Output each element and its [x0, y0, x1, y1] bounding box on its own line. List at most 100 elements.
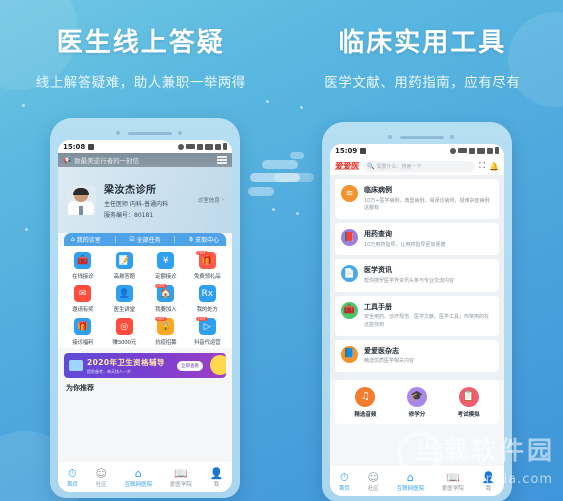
status-bar-left: 15:08 [58, 140, 232, 153]
quick-action-1[interactable]: 🎓 修学分 [407, 386, 427, 418]
header-right-subtitle: 医学文献、用药指南，应有尽有 [324, 75, 521, 91]
list-item-title: 临床病例 [364, 186, 392, 194]
wifi-icon [205, 143, 213, 150]
coin-icon: ◎ [115, 318, 133, 335]
scan-icon[interactable]: ⛶ [479, 161, 485, 171]
sim-icon [360, 147, 367, 154]
nav-item-互联网医院[interactable]: ⌂ 互联网医院 [124, 468, 153, 489]
home-clock-icon: ⏱ [68, 467, 77, 480]
search-input[interactable]: 🔍 需要什么，搜索一下 [363, 160, 476, 172]
status-icons [178, 143, 227, 150]
avatar [66, 185, 96, 215]
list-item[interactable]: 🧰 工具手册 安全用药、诊疗规范、医学文献、医学工具；你常用的在这能找到 [335, 295, 499, 336]
checkbox-icon: ☑ [129, 236, 135, 243]
announcement-bar[interactable]: 📢 致最美逆行者的一封信 [58, 153, 232, 167]
grid-item-11[interactable]: ▷ HOT 抖音代运营 [187, 317, 229, 346]
list-item-desc: 10万+医学病例，典型病例，易误诊病例，疑难杂症病例这都有 [364, 197, 490, 212]
clinic-info-link[interactable]: 诊室信息 › [198, 196, 224, 204]
nav-item-label: 互联网医院 [124, 482, 153, 488]
status-time: 15:09 [335, 146, 358, 155]
camera-icon [388, 135, 392, 139]
grid-item-label: 抗疫招募 [155, 340, 177, 346]
mute-icon [469, 147, 475, 154]
grid-item-0[interactable]: 🧰 在线接诊 [62, 252, 104, 280]
grid-item-label: 邀请有奖 [72, 307, 94, 313]
quick-action-0[interactable]: ♫ 精选音频 [354, 386, 377, 418]
grid-item-9[interactable]: ◎ 赚3000元 [104, 318, 146, 346]
book-icon: 📖 [173, 467, 188, 480]
banner-subtitle: 提前备考，每天快人一步 [87, 368, 131, 374]
list-item[interactable]: 📄 医学资讯 帮你搜罗医学界资讯头条与专业交流内容 [335, 259, 499, 292]
menu-icon[interactable] [217, 156, 227, 164]
tab-all-tasks[interactable]: ☑ 全部任务 [129, 235, 160, 244]
doctor-card[interactable]: 梁汝杰诊所 主任医师 内科-普通内科 服务编号：80181 诊室信息 › [58, 167, 232, 233]
news-icon: 📄 [341, 265, 358, 283]
grid-item-label: 免费领礼品 [193, 274, 221, 280]
search-icon: 🔍 [367, 162, 375, 170]
grid-item-4[interactable]: ✉ 邀请有奖 [62, 285, 104, 313]
list-item-desc: 帮你搜罗医学界资讯头条与专业交流内容 [364, 277, 455, 284]
grid-item-5[interactable]: 👤 医生讲堂 [104, 285, 146, 313]
list-item-title: 工具手册 [364, 302, 392, 311]
bottom-nav-left: ⏱ 首页 ☺ 社区 ⌂ 互联网医院 📖 爱医学院 👤 我 [58, 462, 232, 492]
grid-item-label: 我的处方 [196, 307, 218, 313]
sensor-icon [178, 131, 182, 135]
money-icon: ฿ [189, 236, 194, 243]
battery-icon [495, 147, 499, 154]
tab-divider-2 [174, 236, 176, 243]
status-time: 15:08 [63, 142, 86, 151]
promo-banner[interactable]: 2020年卫生资格辅导 提前备考，每天快人一步 立即查看 [64, 353, 226, 378]
list-item-desc: 精选优质医学相关内容 [364, 358, 415, 364]
nav-item-首页[interactable]: ⏱ 首页 [67, 467, 78, 489]
clinic-icon: ⌂ [70, 236, 75, 243]
app-logo[interactable]: 爱爱医 [334, 160, 359, 172]
grid-item-label: 定额接诊 [155, 274, 177, 280]
tab-my-clinic[interactable]: ⌂ 我的诊室 [71, 235, 101, 244]
grid-item-8[interactable]: 🎁 接诊福利 [62, 318, 104, 346]
list-item[interactable]: ≋ 临床病例 10万+医学病例，典型病例，易误诊病例，疑难杂症病例这都有 [335, 179, 499, 219]
nav-item-爱医学院[interactable]: 📖 爱医学院 [169, 467, 192, 489]
grid-item-1[interactable]: 📝 高悬答题 [104, 252, 146, 280]
hot-badge: HOT [196, 251, 208, 255]
nav-item-首页[interactable]: ⏱ 首页 [338, 472, 350, 493]
banner-ball-decoration [210, 355, 226, 375]
grid-item-2[interactable]: ¥ 定额接诊 [145, 252, 187, 280]
nav-item-我[interactable]: 👤 我 [209, 468, 223, 489]
headers: 医生线上答疑 线上解答疑难，助人兼职一举两得 临床实用工具 医学文献、用药指南，… [0, 0, 563, 120]
note-icon: 📝 [115, 252, 133, 269]
nav-item-label: 社区 [367, 486, 379, 492]
rx-icon: Rx [198, 285, 216, 302]
smiley-icon: ☺ [95, 467, 107, 480]
list-item-desc: 10万用药指导，让用药指导更加便捷 [364, 241, 446, 248]
nav-item-社区[interactable]: ☺ 社区 [367, 471, 379, 493]
banner-button[interactable]: 立即查看 [177, 360, 203, 371]
grid-item-10[interactable]: 🔒 HOT 抗疫招募 [145, 317, 187, 346]
list-item[interactable]: 📕 用药查询 10万用药指导，让用药指导更加便捷 [335, 223, 499, 256]
list-item-title: 用药查询 [364, 230, 392, 238]
quick-action-label: 修学分 [408, 411, 426, 418]
header-left-subtitle: 线上解答疑难，助人兼职一举两得 [35, 75, 246, 91]
list-item[interactable]: 📘 爱爱医杂志 精选优质医学相关内容 [335, 339, 499, 372]
header-right-title: 临床实用工具 [338, 28, 507, 58]
grid-item-6[interactable]: 🏠 HOT 我要加入 [145, 284, 187, 313]
deco-dot-6 [25, 228, 28, 231]
quick-action-label: 精选音频 [354, 411, 377, 418]
nav-item-label: 爱医学院 [169, 482, 192, 488]
nav-item-label: 首页 [338, 486, 350, 492]
tab-withdraw-center[interactable]: ฿支取中心 [189, 235, 219, 244]
grid-item-label: 接诊福利 [72, 340, 94, 346]
doctor-info: 梁汝杰诊所 主任医师 内科-普通内科 服务编号：80181 [104, 181, 168, 220]
smiley-icon: ☺ [367, 471, 379, 484]
nav-item-社区[interactable]: ☺ 社区 [95, 467, 107, 489]
grid-item-3[interactable]: 🎁 HOT 免费领礼品 [187, 251, 229, 280]
status-icons [450, 147, 499, 154]
hot-badge: HOT [155, 317, 167, 321]
quick-action-2[interactable]: 📋 考试模拟 [458, 386, 480, 418]
sensor-icon [450, 135, 454, 139]
envelope-icon: ✉ [74, 285, 92, 302]
phone-left-notch [58, 129, 232, 140]
app-header-right: 爱爱医 🔍 需要什么，搜索一下 ⛶ 🔔 [330, 157, 504, 175]
grid-item-7[interactable]: Rx 我的处方 [187, 285, 229, 313]
signal-icon [487, 147, 493, 154]
bell-icon[interactable]: 🔔 [489, 162, 499, 171]
